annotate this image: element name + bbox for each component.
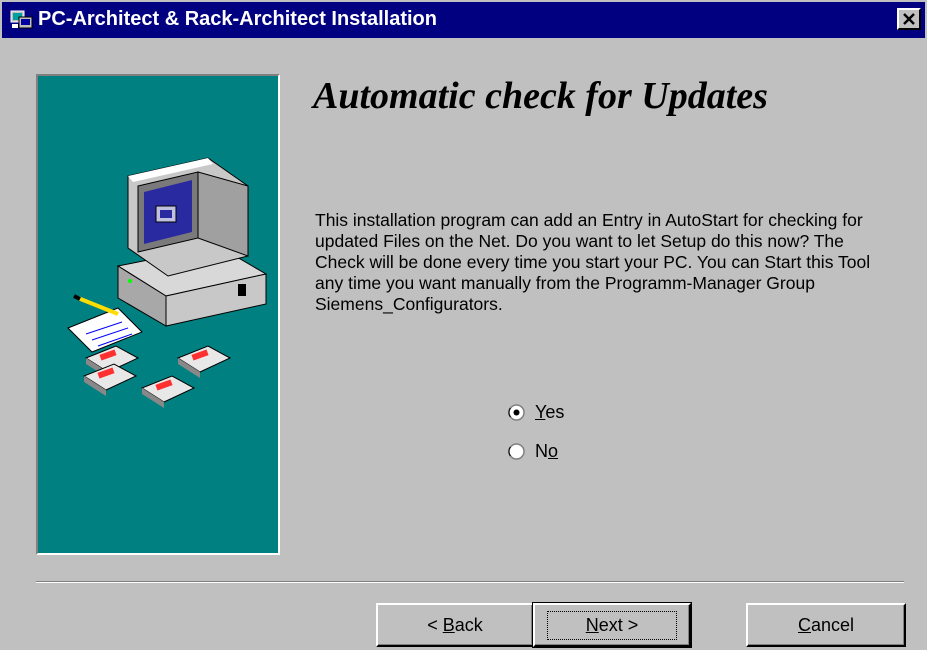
close-button[interactable] [897,8,921,30]
radio-yes-label[interactable]: Yes [535,402,564,423]
window-title: PC-Architect & Rack-Architect Installati… [38,8,437,30]
cancel-button[interactable]: Cancel [746,603,906,647]
title-bar[interactable]: PC-Architect & Rack-Architect Installati… [2,2,925,38]
back-button-label: < Back [427,614,483,635]
back-button[interactable]: < Back [376,603,534,647]
page-heading: Automatic check for Updates [313,75,768,117]
button-separator [36,581,904,583]
radio-no-label[interactable]: No [535,441,558,462]
setup-computer-icon [10,9,34,31]
close-icon [903,13,915,25]
next-button[interactable]: Next > [532,602,692,648]
description-text: This installation program can add an Ent… [315,210,871,314]
radio-no[interactable]: No [508,439,558,463]
radio-unselected-icon[interactable] [508,442,525,460]
next-button-label: Next > [546,610,678,640]
radio-yes[interactable]: Yes [508,400,564,424]
radio-selected-icon[interactable] [508,403,525,421]
cancel-button-label: Cancel [797,614,855,635]
installer-window: PC-Architect & Rack-Architect Installati… [0,0,927,650]
computer-with-floppy-disks-illustration [36,74,280,555]
